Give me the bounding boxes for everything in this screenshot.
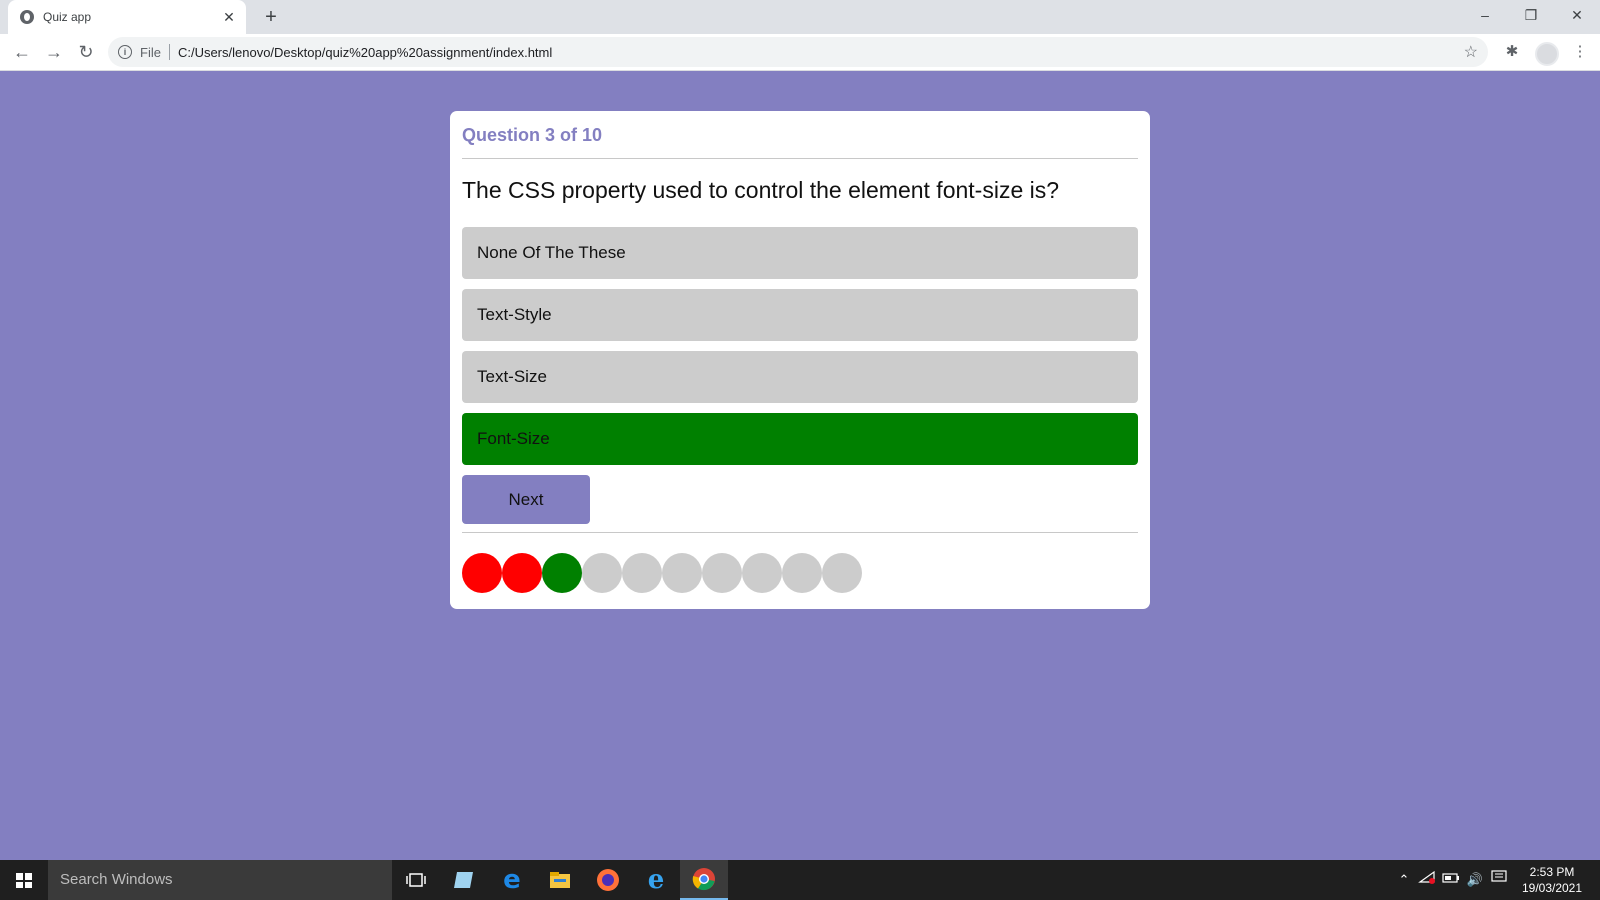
answer-option[interactable]: Font-Size <box>462 413 1138 465</box>
tab-close-icon[interactable]: ✕ <box>218 9 240 26</box>
question-counter: Question 3 of 10 <box>462 125 603 145</box>
footer-divider <box>462 532 1138 533</box>
minimize-icon[interactable]: – <box>1462 0 1508 30</box>
profile-avatar-icon[interactable] <box>1535 42 1559 66</box>
answer-option[interactable]: Text-Style <box>462 289 1138 341</box>
progress-dot <box>542 553 582 593</box>
answer-option[interactable]: Text-Size <box>462 351 1138 403</box>
volume-icon[interactable]: 🔊 <box>1464 860 1486 900</box>
reload-icon[interactable]: ↻ <box>74 40 98 64</box>
progress-indicator <box>462 553 862 593</box>
taskbar-search[interactable]: Search Windows <box>48 860 392 900</box>
progress-dot <box>502 553 542 593</box>
internet-explorer-icon[interactable]: e <box>632 860 680 900</box>
header-divider <box>462 158 1138 159</box>
answer-option[interactable]: None Of The These <box>462 227 1138 279</box>
browser-tab[interactable]: Quiz app ✕ <box>8 0 246 34</box>
show-hidden-icons-chevron-icon[interactable]: ⌃ <box>1394 860 1414 900</box>
file-explorer-icon[interactable] <box>536 860 584 900</box>
progress-dot <box>822 553 862 593</box>
globe-icon <box>20 10 34 24</box>
menu-kebab-icon[interactable]: ⋮ <box>1568 40 1592 64</box>
clock-time: 2:53 PM <box>1529 865 1575 879</box>
progress-dot <box>582 553 622 593</box>
network-icon[interactable] <box>1416 860 1438 900</box>
edge-browser-icon[interactable]: e <box>488 860 536 900</box>
progress-dot <box>782 553 822 593</box>
quiz-card: Question 3 of 10 The CSS property used t… <box>450 111 1150 609</box>
notification-icon[interactable] <box>1488 860 1510 900</box>
battery-icon[interactable] <box>1440 860 1462 900</box>
task-view-icon[interactable] <box>392 860 440 900</box>
progress-dot <box>622 553 662 593</box>
forward-arrow-icon[interactable]: → <box>42 40 66 64</box>
extensions-icon[interactable]: ✱ <box>1500 40 1524 64</box>
browser-toolbar: ← → ↻ i File C:/Users/lenovo/Desktop/qui… <box>0 34 1600 71</box>
browser-tab-strip: Quiz app ✕ + – ❐ ✕ <box>0 0 1600 34</box>
question-text: The CSS property used to control the ele… <box>462 177 1060 203</box>
address-separator <box>168 44 170 60</box>
start-button[interactable] <box>0 860 48 900</box>
windows-logo-icon <box>16 873 32 888</box>
progress-dot <box>662 553 702 593</box>
notes-app-icon[interactable] <box>440 860 488 900</box>
progress-dot <box>742 553 782 593</box>
url-text[interactable]: C:/Users/lenovo/Desktop/quiz%20app%20ass… <box>178 45 552 60</box>
back-arrow-icon[interactable]: ← <box>10 40 34 64</box>
info-icon[interactable]: i <box>118 45 132 59</box>
system-clock[interactable]: 2:53 PM 19/03/2021 <box>1512 864 1592 896</box>
firefox-icon[interactable] <box>584 860 632 900</box>
new-tab-button[interactable]: + <box>258 4 284 30</box>
file-scheme-label: File <box>140 44 161 60</box>
close-window-icon[interactable]: ✕ <box>1554 0 1600 30</box>
progress-dot <box>702 553 742 593</box>
bookmark-star-icon[interactable]: ☆ <box>1464 42 1478 62</box>
progress-dot <box>462 553 502 593</box>
next-button[interactable]: Next <box>462 475 590 524</box>
clock-date: 19/03/2021 <box>1521 881 1583 895</box>
address-bar[interactable]: i File C:/Users/lenovo/Desktop/quiz%20ap… <box>108 37 1488 67</box>
chrome-icon[interactable] <box>680 860 728 900</box>
windows-taskbar: Search Windows e e ⌃ 🔊 2:53 PM 19/03/202… <box>0 860 1600 900</box>
restore-icon[interactable]: ❐ <box>1508 0 1554 30</box>
tab-title: Quiz app <box>43 10 92 24</box>
